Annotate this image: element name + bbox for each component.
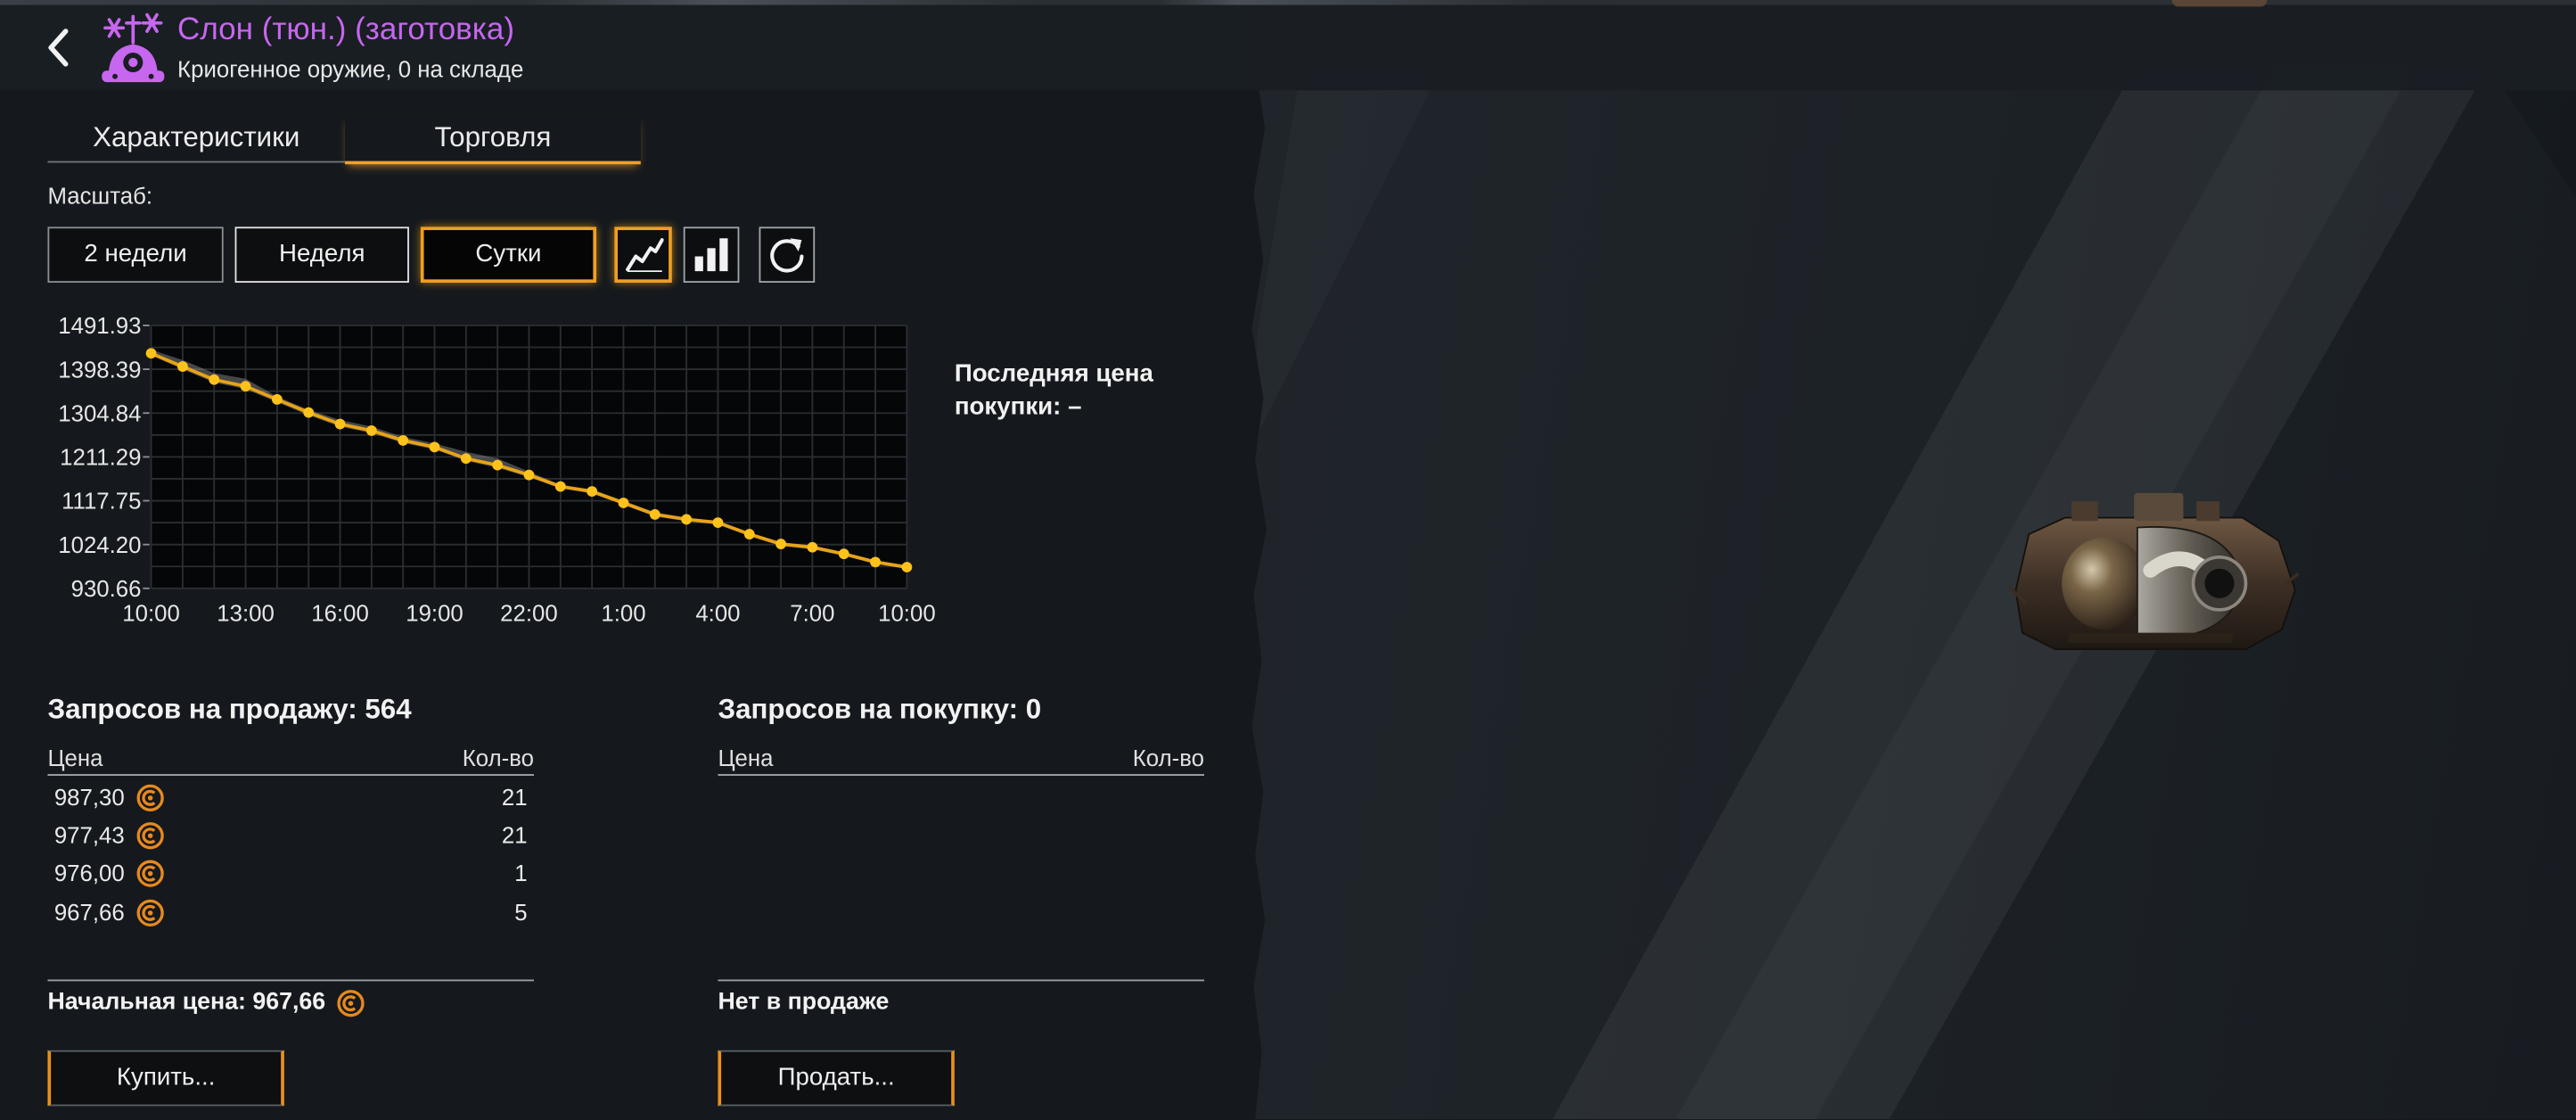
x-tick-label: 1:00: [601, 602, 645, 627]
price-point: [271, 394, 283, 405]
y-tick-label: 1117.75: [62, 490, 141, 515]
price-point: [492, 459, 504, 471]
price-point: [870, 556, 881, 568]
x-tick-label: 10:00: [122, 602, 180, 627]
chevron-left-icon: [48, 29, 69, 67]
order-qty: 5: [514, 898, 528, 926]
order-row: 987,30 21: [47, 778, 534, 817]
item-subtitle: Криогенное оружие, 0 на складе: [177, 55, 524, 83]
sell-orders-title: Запросов на продажу: 564: [47, 693, 412, 725]
price-point: [618, 498, 629, 508]
top-decoration: [2171, 0, 2268, 7]
order-price: 967,66: [53, 898, 125, 926]
price-point: [807, 541, 818, 553]
price-point: [901, 562, 913, 572]
price-point: [712, 517, 724, 528]
credit-coin-icon: [136, 822, 164, 850]
price-point: [334, 418, 346, 430]
credit-coin-icon: [337, 989, 365, 1017]
turret-model-image: [2007, 492, 2300, 650]
scale-week-button[interactable]: Неделя: [234, 226, 409, 284]
start-price-label: Начальная цена: 967,66: [47, 989, 326, 1017]
credit-coin-icon: [136, 784, 164, 811]
order-price: 977,43: [53, 821, 125, 848]
price-point: [365, 425, 377, 436]
line-chart-icon: [625, 238, 663, 273]
x-tick-label: 13:00: [217, 602, 275, 627]
y-tick-label: 1398.39: [58, 358, 141, 383]
divider: [718, 979, 1204, 982]
tab-trade[interactable]: Торговля: [345, 115, 641, 165]
line-chart-button[interactable]: [614, 226, 672, 284]
y-tick-label: 1024.20: [58, 533, 141, 558]
refresh-button[interactable]: [759, 226, 816, 284]
y-tick-label: 930.66: [71, 577, 142, 602]
x-tick-label: 16:00: [311, 602, 369, 627]
order-row: 977,43 21: [47, 817, 534, 855]
not-for-sale-label: Нет в продаже: [718, 989, 890, 1017]
buy-button[interactable]: Купить...: [47, 1050, 284, 1107]
scale-2-weeks-button[interactable]: 2 недели: [47, 226, 224, 284]
price-point: [838, 548, 849, 560]
order-qty: 21: [501, 783, 528, 810]
credit-coin-icon: [136, 899, 164, 926]
column-qty: Кол-во: [462, 744, 535, 771]
price-point: [649, 509, 660, 520]
item-title: Слон (тюн.) (заготовка): [177, 12, 515, 48]
sell-orders-header: Цена Кол-во: [47, 741, 534, 776]
trade-panel: Характеристики Торговля Масштаб: 2 недел…: [0, 0, 1267, 1120]
divider: [47, 979, 535, 982]
order-price: 976,00: [53, 860, 125, 886]
price-point: [743, 529, 755, 539]
sell-button[interactable]: Продать...: [718, 1050, 955, 1107]
price-point: [209, 374, 220, 385]
price-point: [303, 407, 315, 418]
buy-orders-title: Запросов на покупку: 0: [718, 693, 1042, 725]
order-row: 976,00 1: [47, 855, 534, 894]
x-tick-label: 10:00: [878, 602, 936, 627]
back-button[interactable]: [43, 26, 76, 69]
column-price: Цена: [718, 744, 774, 771]
bar-chart-icon: [694, 238, 728, 272]
price-point: [587, 486, 598, 498]
sell-orders-list: 987,30 21 977,43 21 976,00 1 967,66 5: [47, 778, 534, 932]
scale-day-button[interactable]: Сутки: [420, 226, 597, 284]
x-tick-label: 4:00: [695, 602, 740, 627]
x-tick-label: 19:00: [406, 602, 464, 627]
column-price: Цена: [47, 744, 103, 771]
order-price: 987,30: [53, 783, 125, 810]
price-point: [145, 348, 157, 359]
price-point: [398, 435, 409, 446]
cryo-weapon-icon: [102, 12, 165, 83]
price-point: [429, 441, 440, 453]
scale-label: Масштаб:: [47, 182, 153, 210]
x-tick-label: 22:00: [500, 602, 558, 627]
price-point: [681, 514, 693, 525]
buy-orders-header: Цена Кол-во: [718, 741, 1204, 776]
column-qty: Кол-во: [1132, 744, 1204, 771]
header-bar: Слон (тюн.) (заготовка) Криогенное оружи…: [0, 0, 2576, 91]
order-qty: 1: [514, 860, 528, 886]
last-purchase-price: Последняя цена покупки: –: [954, 359, 1153, 421]
price-point: [775, 539, 786, 549]
refresh-icon: [770, 238, 804, 273]
tab-characteristics[interactable]: Характеристики: [47, 115, 346, 163]
start-price: Начальная цена: 967,66: [47, 988, 365, 1017]
price-point: [176, 361, 188, 372]
price-point: [240, 381, 251, 392]
price-point: [554, 481, 566, 492]
price-chart: 1491.93 1398.39 1304.84 1211.29 1117.75 1024.…: [58, 314, 936, 627]
order-qty: 21: [501, 821, 528, 848]
price-point: [460, 453, 472, 465]
y-tick-label: 1491.93: [58, 314, 141, 339]
order-row: 967,66 5: [47, 894, 534, 932]
credit-coin-icon: [136, 861, 164, 888]
y-tick-label: 1304.84: [58, 401, 141, 426]
trade-screen: Характеристики Торговля Масштаб: 2 недел…: [0, 0, 2576, 1120]
y-tick-label: 1211.29: [60, 446, 141, 471]
bar-chart-button[interactable]: [683, 226, 740, 284]
x-tick-label: 7:00: [790, 602, 834, 627]
price-point: [523, 469, 535, 481]
